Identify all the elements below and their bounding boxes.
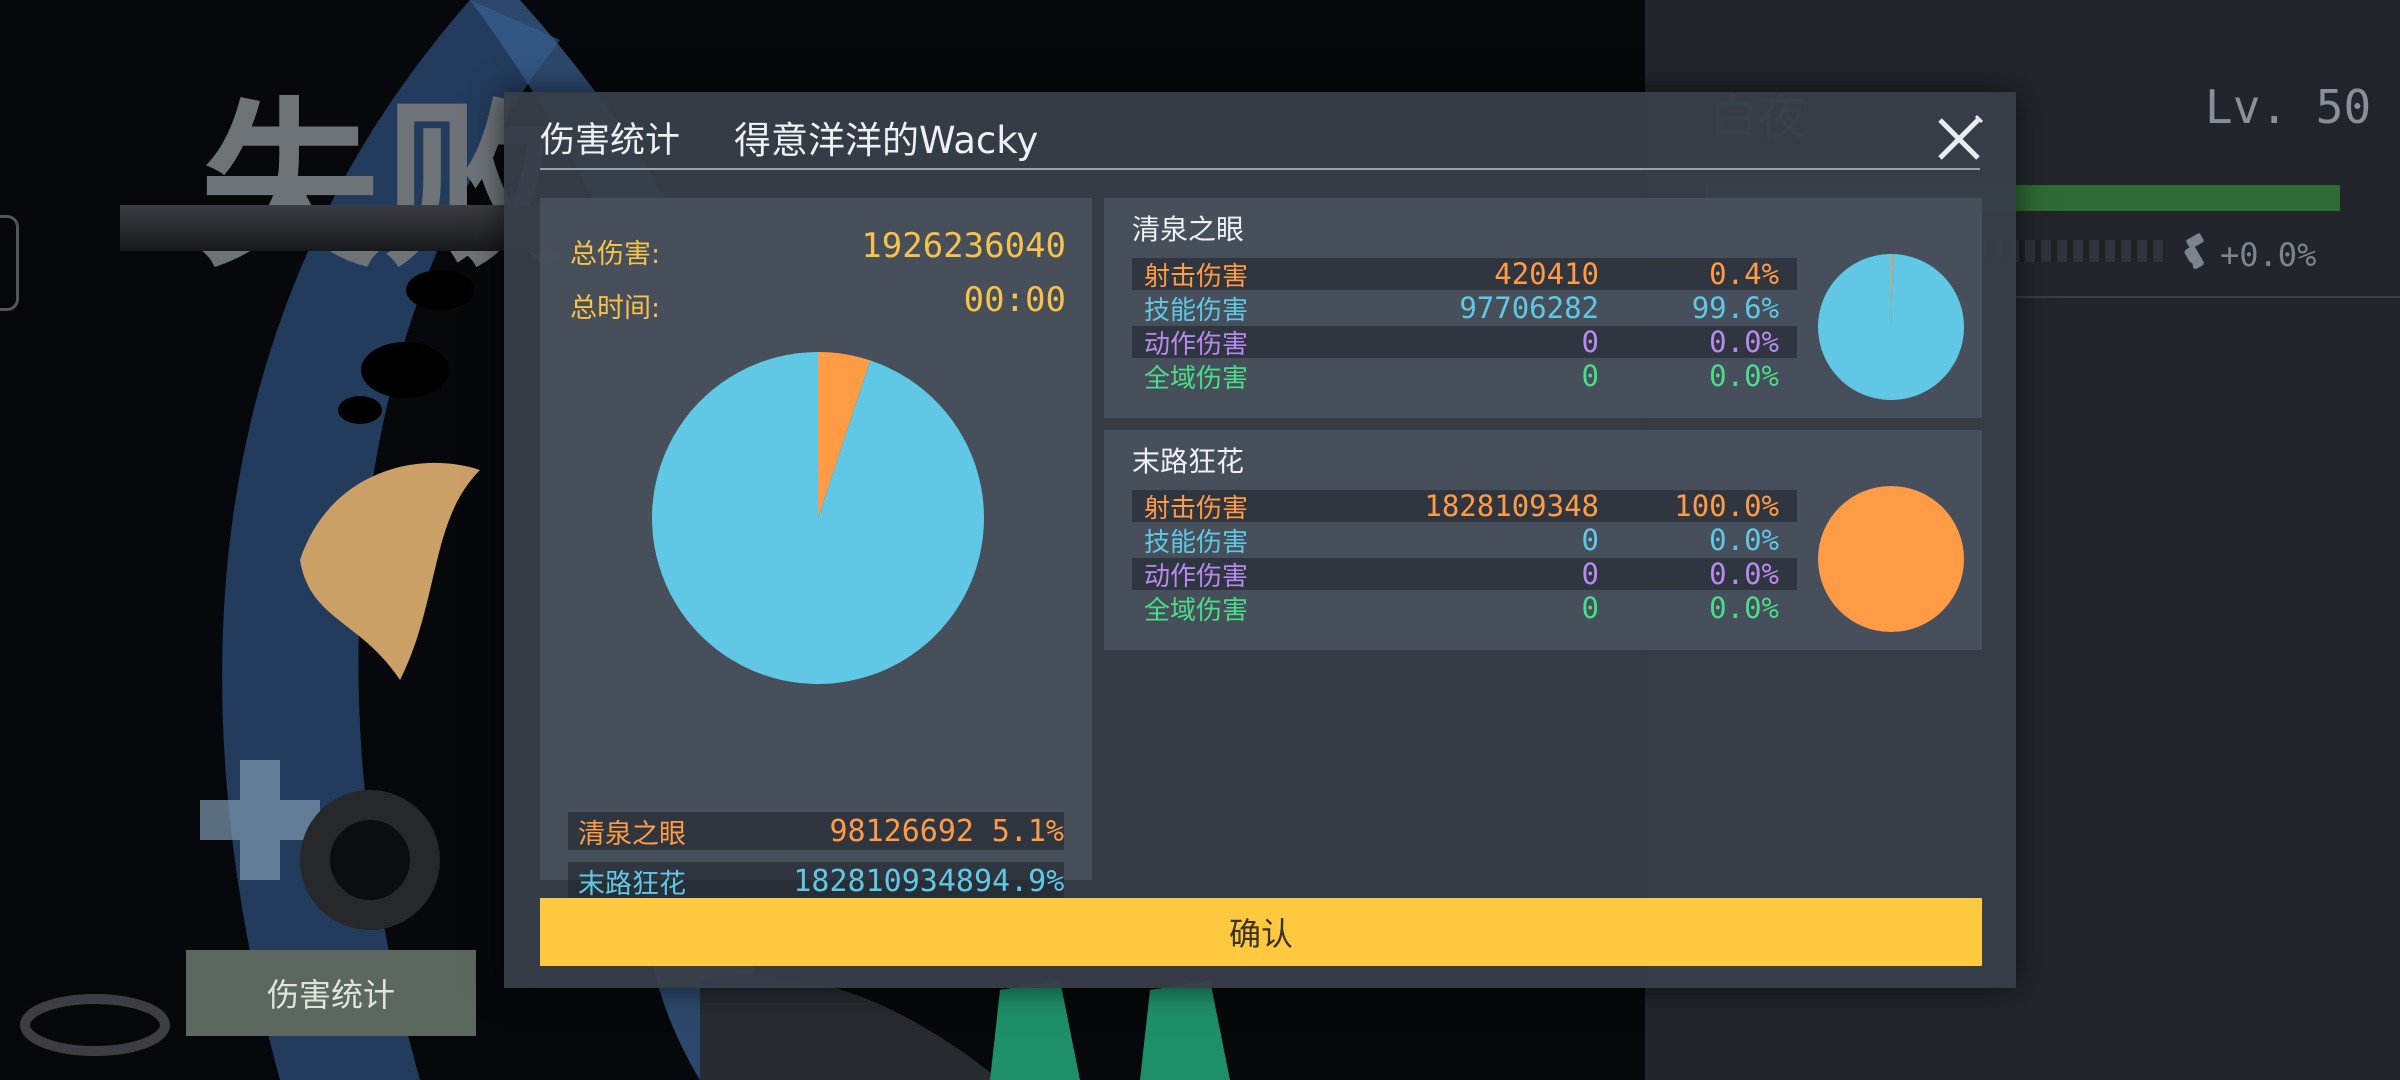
damage-row-global: 全域伤害 0 0.0% bbox=[1132, 359, 1797, 394]
pie-slice bbox=[652, 352, 984, 684]
total-time-label: 总时间: bbox=[570, 293, 661, 324]
damage-percent: 0.0% bbox=[1709, 359, 1779, 393]
damage-value: 420410 bbox=[1494, 257, 1599, 291]
damage-row-skill: 技能伤害 97706282 99.6% bbox=[1132, 291, 1797, 326]
damage-row-skill: 技能伤害 0 0.0% bbox=[1132, 523, 1797, 558]
total-time-value: 00:00 bbox=[963, 280, 1066, 320]
share-row: 末路狂花 1828109348 94.9% bbox=[568, 862, 1064, 900]
damage-row-shoot: 射击伤害 420410 0.4% bbox=[1132, 257, 1797, 292]
damage-row-global: 全域伤害 0 0.0% bbox=[1132, 591, 1797, 626]
character-name: 清泉之眼 bbox=[578, 818, 686, 850]
character-card: 清泉之眼 射击伤害 420410 0.4% 技能伤害 97706282 99.6… bbox=[1104, 198, 1982, 418]
flashlight-icon bbox=[2184, 233, 2204, 270]
damage-value: 0 bbox=[1581, 523, 1599, 557]
damage-value: 1828109348 bbox=[793, 863, 974, 899]
damage-type-label: 技能伤害 bbox=[1144, 527, 1249, 558]
damage-value: 0 bbox=[1581, 557, 1599, 591]
damage-type-label: 技能伤害 bbox=[1144, 295, 1249, 326]
character-damage-pie-chart bbox=[1818, 486, 1964, 632]
damage-percent: 0.0% bbox=[1709, 557, 1779, 591]
character-name: 末路狂花 bbox=[578, 868, 686, 900]
damage-value: 0 bbox=[1581, 325, 1599, 359]
close-icon[interactable] bbox=[1934, 110, 1988, 164]
header-divider bbox=[540, 168, 1980, 170]
damage-value: 1828109348 bbox=[1424, 489, 1599, 523]
damage-type-label: 射击伤害 bbox=[1144, 261, 1249, 292]
pie-slice bbox=[1818, 254, 1964, 400]
result-banner-bar bbox=[120, 205, 540, 251]
damage-percent: 94.9% bbox=[974, 863, 1065, 899]
damage-percent: 0.0% bbox=[1709, 591, 1779, 625]
damage-stats-dialog: 伤害统计 得意洋洋的Wacky 总伤害: 1926236040 总时间: 00:… bbox=[504, 92, 2016, 988]
damage-percent: 99.6% bbox=[1691, 291, 1779, 325]
damage-percent: 100.0% bbox=[1674, 489, 1779, 523]
total-damage-pie-chart bbox=[652, 352, 984, 684]
damage-value: 0 bbox=[1581, 359, 1599, 393]
damage-type-label: 动作伤害 bbox=[1144, 329, 1249, 360]
damage-row-action: 动作伤害 0 0.0% bbox=[1132, 557, 1797, 592]
damage-value: 98126692 bbox=[829, 813, 975, 849]
enemy-name: 得意洋洋的Wacky bbox=[734, 119, 1039, 162]
character-damage-pie-chart bbox=[1818, 254, 1964, 400]
damage-percent: 0.0% bbox=[1709, 523, 1779, 557]
share-row: 清泉之眼 98126692 5.1% bbox=[568, 812, 1064, 850]
pie-slice bbox=[1818, 486, 1964, 632]
character-name: 清泉之眼 bbox=[1132, 213, 1245, 246]
confirm-button[interactable]: 确认 bbox=[540, 898, 1982, 966]
damage-type-label: 全域伤害 bbox=[1144, 595, 1249, 626]
player-level: Lv. 50 bbox=[2205, 80, 2372, 134]
character-name: 末路狂花 bbox=[1132, 445, 1245, 478]
damage-percent: 0.4% bbox=[1709, 257, 1779, 291]
total-damage-label: 总伤害: bbox=[570, 239, 661, 270]
damage-type-label: 动作伤害 bbox=[1144, 561, 1249, 592]
damage-value: 97706282 bbox=[1459, 291, 1599, 325]
dialog-title: 伤害统计 bbox=[540, 121, 681, 161]
character-card: 末路狂花 射击伤害 1828109348 100.0% 技能伤害 0 0.0% … bbox=[1104, 430, 1982, 650]
damage-stats-tab-button[interactable]: 伤害统计 bbox=[186, 950, 476, 1036]
total-damage-value: 1926236040 bbox=[861, 226, 1066, 266]
damage-type-label: 全域伤害 bbox=[1144, 363, 1249, 394]
damage-value: 0 bbox=[1581, 591, 1599, 625]
side-chevron-icon[interactable] bbox=[0, 215, 19, 311]
bonus-value: +0.0% bbox=[2220, 236, 2317, 274]
damage-type-label: 射击伤害 bbox=[1144, 493, 1249, 524]
damage-row-shoot: 射击伤害 1828109348 100.0% bbox=[1132, 489, 1797, 524]
damage-row-action: 动作伤害 0 0.0% bbox=[1132, 325, 1797, 360]
summary-card: 总伤害: 1926236040 总时间: 00:00 清泉之眼 98126692… bbox=[540, 198, 1092, 900]
damage-percent: 0.0% bbox=[1709, 325, 1779, 359]
damage-percent: 5.1% bbox=[991, 813, 1064, 849]
